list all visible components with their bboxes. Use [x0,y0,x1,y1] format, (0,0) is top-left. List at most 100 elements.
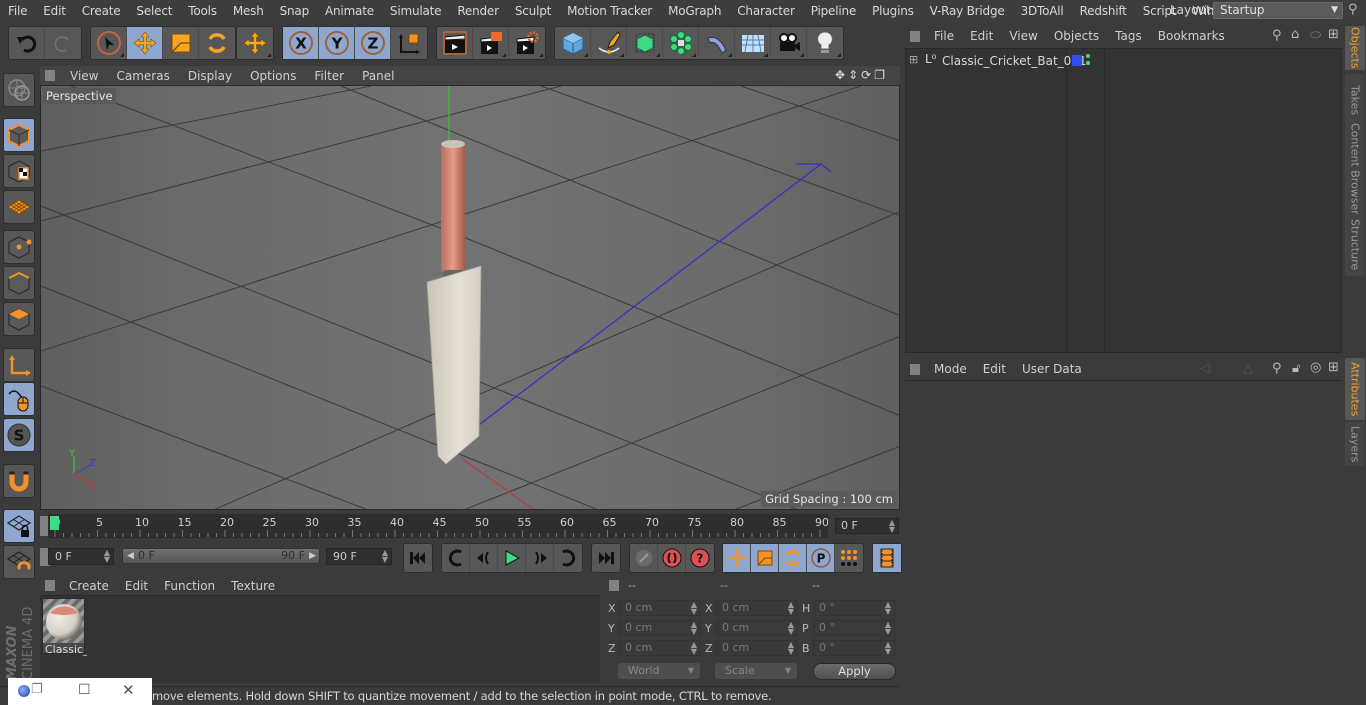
material-thumbnail[interactable]: Classic_( [42,598,87,656]
workplane-mode-button[interactable] [3,190,35,224]
render-visibility-dot[interactable] [1086,61,1090,65]
go-to-start-button[interactable] [404,544,432,572]
scale-tool-button[interactable] [163,27,199,59]
maximize-icon[interactable]: ☐ [78,682,91,698]
side-tab-attributes[interactable]: Attributes [1345,358,1365,420]
key-position-button[interactable] [723,544,751,572]
panel-grip[interactable] [45,70,55,81]
pan-icon[interactable]: ✥ [835,68,845,82]
playhead[interactable] [50,516,59,530]
back-arrow-icon[interactable]: ◁ [1200,361,1210,376]
timeline-ruler[interactable]: 051015202530354045505560657075808590 [48,514,828,538]
stepper-icon[interactable]: ▲ ▼ [382,549,388,564]
current-frame-field[interactable]: 0 F ▲ ▼ [835,518,899,534]
key-scale-button[interactable] [751,544,779,572]
expand-icon[interactable]: ⊞ [909,53,918,66]
recent-tool-button[interactable] [237,27,273,59]
eye-icon[interactable]: ⬭ [1310,28,1321,43]
menu-tools[interactable]: Tools [180,4,225,18]
bend-deformer-button[interactable] [699,27,735,59]
menu-3dtoall[interactable]: 3DToAll [1013,4,1072,18]
viewport-menu-filter[interactable]: Filter [305,69,353,83]
play-button[interactable] [498,544,526,572]
snap-button[interactable] [3,464,35,498]
next-frame-button[interactable] [526,544,554,572]
menu-animate[interactable]: Animate [317,4,382,18]
make-editable-button[interactable] [3,73,35,107]
edges-mode-button[interactable] [3,266,35,300]
planar-workplane-button[interactable] [3,545,35,579]
stepper-icon[interactable]: ▲ ▼ [885,601,891,616]
stepper-icon[interactable]: ▲ ▼ [691,641,697,656]
side-tab-layers[interactable]: Layers [1345,422,1365,466]
stepper-icon[interactable]: ▲ ▼ [104,549,110,564]
maximize-view-icon[interactable]: ❐ [874,68,885,82]
viewport-menu-options[interactable]: Options [241,69,305,83]
object-menu-objects[interactable]: Objects [1046,29,1107,43]
side-tab-content-browser[interactable]: Content Browser [1345,120,1365,218]
timeline-window-button[interactable] [873,544,901,572]
size-field[interactable]: 0 cm ▲ ▼ [716,620,798,636]
search-icon[interactable]: ⚲ [1272,28,1282,43]
close-icon[interactable]: ✕ [122,681,135,699]
restore-icon[interactable]: ❐ [31,682,43,697]
object-menu-view[interactable]: View [1001,29,1045,43]
size-field[interactable]: 0 cm ▲ ▼ [716,600,798,616]
y-axis-button[interactable]: Y [319,27,355,59]
motion-path-button[interactable] [630,544,658,572]
stepper-icon[interactable]: ▲ ▼ [885,641,891,656]
menu-mesh[interactable]: Mesh [225,4,272,18]
object-row[interactable]: ⊞ L⁰ Classic_Cricket_Bat_001 [906,51,1341,70]
rotation-field[interactable]: 0 ° ▲ ▼ [813,600,895,616]
menu-simulate[interactable]: Simulate [382,4,449,18]
side-tab-structure[interactable]: Structure [1345,214,1365,276]
object-name[interactable]: Classic_Cricket_Bat_001 [942,54,1087,68]
texture-mode-button[interactable] [3,154,35,188]
up-arrow-icon[interactable]: △ [1243,361,1253,376]
viewport-menu-view[interactable]: View [61,69,107,83]
material-menu-texture[interactable]: Texture [223,579,283,593]
menu-file[interactable]: File [0,4,35,18]
menu-motion-tracker[interactable]: Motion Tracker [559,4,660,18]
coordinate-mode-dropdown[interactable]: World ▼ [618,663,700,679]
points-mode-button[interactable] [3,230,35,264]
end-frame-field[interactable]: 90 F ▲ ▼ [326,548,392,565]
object-menu-tags[interactable]: Tags [1107,29,1150,43]
pen-button[interactable] [591,27,627,59]
stepper-icon[interactable]: ▲ ▼ [788,621,794,636]
attribute-menu-user-data[interactable]: User Data [1014,362,1090,376]
attribute-menu-edit[interactable]: Edit [975,362,1014,376]
autokey-button[interactable]: ? [686,544,714,572]
position-field[interactable]: 0 cm ▲ ▼ [619,640,701,656]
menu-mograph[interactable]: MoGraph [660,4,729,18]
polygons-mode-button[interactable] [3,302,35,336]
new-panel-icon[interactable]: ⊞ [1328,360,1339,375]
menu-render[interactable]: Render [449,4,507,18]
render-settings-button[interactable] [509,27,545,59]
target-icon[interactable]: ◎ [1310,360,1321,375]
attribute-menu-mode[interactable]: Mode [926,362,975,376]
stepper-icon[interactable]: ▲ ▼ [885,621,891,636]
position-field[interactable]: 0 cm ▲ ▼ [619,600,701,616]
search-icon[interactable]: ⚲ [1348,2,1358,17]
rotate-tool-button[interactable] [199,27,235,59]
menu-sculpt[interactable]: Sculpt [507,4,559,18]
menu-edit[interactable]: Edit [35,4,73,18]
orbit-icon[interactable]: ⟳ [861,68,871,82]
viewport-menu-panel[interactable]: Panel [353,69,403,83]
object-menu-edit[interactable]: Edit [962,29,1001,43]
live-selection-button[interactable] [91,27,127,59]
object-menu-file[interactable]: File [926,29,962,43]
material-menu-edit[interactable]: Edit [117,579,156,593]
previous-key-button[interactable] [442,544,470,572]
x-axis-button[interactable]: X [283,27,319,59]
stepper-icon[interactable]: ▲ ▼ [889,519,895,534]
stepper-icon[interactable]: ▲ ▼ [691,621,697,636]
menu-redshift[interactable]: Redshift [1072,4,1135,18]
side-tab-takes[interactable]: Takes [1345,74,1365,126]
menu-create[interactable]: Create [74,4,129,18]
stepper-icon[interactable]: ▲ ▼ [788,601,794,616]
material-menu-create[interactable]: Create [61,579,117,593]
previous-frame-button[interactable] [470,544,498,572]
dolly-icon[interactable]: ⇕ [848,68,858,82]
